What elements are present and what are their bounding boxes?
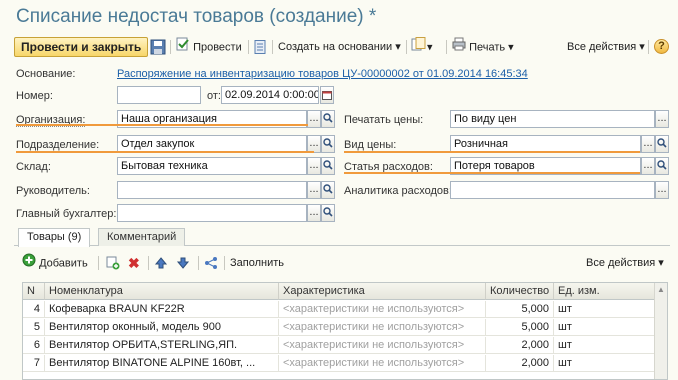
column-header-unit[interactable]: Ед. изм. bbox=[554, 283, 655, 300]
scroll-up-icon[interactable]: ▲ bbox=[657, 285, 665, 294]
goods-table: N Номенклатура Характеристика Количество… bbox=[22, 282, 668, 380]
column-header-characteristic[interactable]: Характеристика bbox=[279, 283, 486, 300]
table-row[interactable]: 6 Вентилятор ОРБИТА,STERLING,ЯП. <характ… bbox=[23, 337, 655, 354]
manager-open-button[interactable] bbox=[321, 181, 335, 199]
warehouse-open-button[interactable] bbox=[321, 157, 335, 175]
expense-analytics-select-button[interactable]: ... bbox=[655, 181, 669, 199]
organization-open-button[interactable] bbox=[321, 110, 335, 128]
warehouse-select-button[interactable]: ... bbox=[307, 157, 321, 175]
chevron-down-icon: ▾ bbox=[395, 41, 401, 53]
share-icon[interactable] bbox=[204, 256, 218, 273]
calendar-icon bbox=[322, 91, 332, 100]
highlight-underline bbox=[16, 124, 308, 126]
chevron-down-icon: ▾ bbox=[508, 41, 514, 54]
documents-icon bbox=[411, 37, 427, 58]
post-and-close-button[interactable]: Провести и закрыть bbox=[14, 37, 149, 57]
journal-icon[interactable] bbox=[254, 40, 266, 57]
date-from-label: от: bbox=[207, 90, 221, 102]
expense-item-select-button[interactable]: ... bbox=[641, 157, 655, 175]
print-menu[interactable]: Печать ▾ bbox=[452, 37, 514, 57]
chevron-down-icon: ▾ bbox=[427, 41, 433, 54]
chief-accountant-field[interactable] bbox=[117, 204, 307, 222]
print-prices-field[interactable]: По виду цен bbox=[450, 110, 655, 128]
number-label: Номер: bbox=[16, 90, 53, 102]
post-button[interactable]: Провести bbox=[176, 37, 242, 57]
delete-icon[interactable]: ✖ bbox=[128, 255, 140, 272]
column-header-n[interactable]: N bbox=[23, 283, 45, 300]
table-row[interactable]: 4 Кофеварка BRAUN KF22R <характеристики … bbox=[23, 301, 655, 318]
column-header-item[interactable]: Номенклатура bbox=[45, 283, 279, 300]
help-button[interactable]: ? bbox=[654, 39, 669, 54]
add-icon bbox=[22, 253, 36, 274]
print-prices-select-button[interactable]: ... bbox=[655, 110, 669, 128]
magnifier-icon bbox=[323, 138, 333, 148]
table-row[interactable]: 5 Вентилятор оконный, модель 900 <характ… bbox=[23, 319, 655, 336]
basis-link[interactable]: Распоряжение на инвентаризацию товаров Ц… bbox=[117, 68, 528, 80]
warehouse-label: Склад: bbox=[16, 161, 51, 173]
save-icon[interactable] bbox=[150, 39, 166, 58]
move-up-icon[interactable] bbox=[154, 256, 168, 273]
price-type-open-button[interactable] bbox=[655, 135, 669, 153]
calendar-button[interactable] bbox=[320, 86, 334, 104]
create-based-on-menu[interactable]: Создать на основании ▾ bbox=[278, 37, 401, 57]
warehouse-field[interactable]: Бытовая техника bbox=[117, 157, 307, 175]
expense-analytics-label: Аналитика расходов: bbox=[344, 185, 452, 197]
chevron-down-icon: ▾ bbox=[639, 41, 645, 53]
column-header-quantity[interactable]: Количество bbox=[486, 283, 554, 300]
add-button[interactable]: Добавить bbox=[22, 253, 88, 273]
chief-accountant-label: Главный бухгалтер: bbox=[16, 208, 117, 220]
organization-select-button[interactable]: ... bbox=[307, 110, 321, 128]
price-type-select-button[interactable]: ... bbox=[641, 135, 655, 153]
department-open-button[interactable] bbox=[321, 135, 335, 153]
print-prices-label: Печатать цены: bbox=[344, 114, 424, 126]
tab-comment[interactable]: Комментарий bbox=[98, 228, 186, 246]
manager-field[interactable] bbox=[117, 181, 307, 199]
expense-item-open-button[interactable] bbox=[655, 157, 669, 175]
magnifier-icon bbox=[657, 138, 667, 148]
magnifier-icon bbox=[323, 207, 333, 217]
toolbar: Провести и закрыть Провести Создать на о… bbox=[14, 37, 670, 57]
page-title: Списание недостач товаров (создание) * bbox=[16, 6, 377, 27]
table-scrollbar[interactable]: ▲ bbox=[654, 283, 667, 379]
number-field[interactable] bbox=[117, 86, 201, 104]
post-icon bbox=[176, 37, 190, 58]
related-documents-menu[interactable]: ▾ bbox=[411, 37, 433, 57]
table-row[interactable]: 7 Вентилятор BINATONE ALPINE 160вт, ... … bbox=[23, 355, 655, 372]
table-all-actions-menu[interactable]: Все действия ▾ bbox=[586, 253, 664, 273]
highlight-underline bbox=[344, 151, 640, 153]
chief-accountant-select-button[interactable]: ... bbox=[307, 204, 321, 222]
magnifier-icon bbox=[323, 160, 333, 170]
printer-icon bbox=[452, 37, 466, 58]
highlight-underline bbox=[16, 151, 314, 153]
date-field[interactable]: 02.09.2014 0:00:00 bbox=[221, 86, 319, 104]
expense-analytics-field[interactable] bbox=[450, 181, 655, 199]
chevron-down-icon: ▾ bbox=[658, 257, 664, 269]
magnifier-icon bbox=[323, 113, 333, 123]
all-actions-menu[interactable]: Все действия ▾ bbox=[567, 37, 645, 57]
table-toolbar: Добавить ✖ Заполнить Все действия ▾ bbox=[22, 253, 668, 273]
chief-accountant-open-button[interactable] bbox=[321, 204, 335, 222]
move-down-icon[interactable] bbox=[176, 256, 190, 273]
magnifier-icon bbox=[657, 160, 667, 170]
highlight-underline bbox=[344, 172, 640, 174]
tab-goods[interactable]: Товары (9) bbox=[18, 228, 91, 247]
manager-label: Руководитель: bbox=[16, 185, 90, 197]
magnifier-icon bbox=[323, 184, 333, 194]
copy-row-icon[interactable] bbox=[106, 256, 120, 273]
manager-select-button[interactable]: ... bbox=[307, 181, 321, 199]
basis-label: Основание: bbox=[16, 68, 76, 80]
fill-button[interactable]: Заполнить bbox=[230, 253, 284, 273]
